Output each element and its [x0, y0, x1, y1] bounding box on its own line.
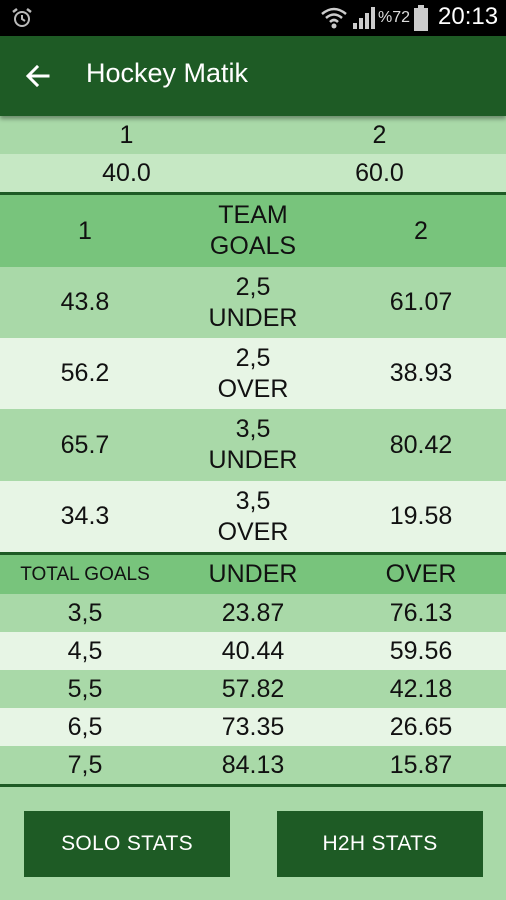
over-value: 42.18	[389, 674, 453, 703]
team2-value: 38.93	[389, 359, 453, 387]
total-goals-title: TOTAL GOALS	[20, 564, 150, 585]
table-row: 4,5 40.44 59.56	[0, 632, 506, 670]
goal-line-value: 6,5	[67, 712, 103, 741]
alarm-icon	[12, 8, 32, 27]
goal-line-value: 5,5	[67, 674, 103, 703]
signal-icon	[353, 7, 375, 29]
under-header: UNDER	[208, 560, 298, 588]
under-value: 84.13	[221, 750, 285, 779]
table-row: 5,5 57.82 42.18	[0, 670, 506, 708]
team-goals-title: TEAM GOALS	[170, 200, 336, 262]
goal-line-type: UNDER	[208, 303, 298, 332]
table-row: 34.3 3,5 OVER 19.58	[0, 481, 506, 552]
goal-line-type: UNDER	[208, 446, 298, 474]
team1-value: 43.8	[60, 288, 110, 316]
table-row: 7,5 84.13 15.87	[0, 746, 506, 784]
goal-line-value: 2,5	[235, 343, 271, 372]
clock-time: 20:13	[438, 3, 499, 30]
over-value: 15.87	[389, 750, 453, 779]
team2-label: 2	[372, 120, 387, 149]
goal-line: 2,5 UNDER	[170, 272, 336, 334]
goal-line: 3,5 OVER	[170, 486, 336, 548]
table-row: 56.2 2,5 OVER 38.93	[0, 338, 506, 409]
battery-percent: %72	[378, 9, 411, 26]
goal-line-value: 3,5	[235, 415, 271, 443]
goal-line-value: 4,5	[67, 636, 103, 665]
team2-value: 80.42	[389, 430, 453, 459]
status-bar: %72 20:13	[0, 0, 506, 36]
over-value: 26.65	[389, 712, 453, 741]
team-goals-col3: 2	[414, 216, 428, 245]
goal-line: 2,5 OVER	[170, 343, 336, 405]
goal-line-value: 2,5	[235, 272, 271, 301]
team2-value: 19.58	[389, 502, 453, 530]
under-value: 40.44	[221, 636, 285, 665]
under-value: 57.82	[221, 674, 285, 703]
goal-line-type: OVER	[217, 374, 289, 403]
goal-line-value: 3,5	[235, 486, 271, 515]
team1-value: 34.3	[60, 502, 110, 530]
team1-label: 1	[119, 120, 134, 149]
team2-value: 61.07	[389, 288, 453, 316]
over-value: 76.13	[389, 598, 453, 627]
team1-odds: 40.0	[102, 158, 151, 187]
arrow-left-icon[interactable]	[22, 60, 54, 92]
page-title: Hockey Matik	[86, 58, 249, 88]
table-row: 43.8 2,5 UNDER 61.07	[0, 267, 506, 338]
team-goals-col1: 1	[78, 216, 92, 245]
goal-line-value: 7,5	[67, 750, 103, 779]
over-header: OVER	[385, 560, 457, 588]
under-value: 23.87	[221, 598, 285, 627]
over-value: 59.56	[389, 636, 453, 665]
button-bar: SOLO STATS H2H STATS	[0, 787, 506, 900]
goal-line: 3,5 UNDER	[170, 414, 336, 476]
under-value: 73.35	[221, 712, 285, 741]
team2-odds: 60.0	[355, 158, 404, 187]
table-row: 6,5 73.35 26.65	[0, 708, 506, 746]
table-row: 3,5 23.87 76.13	[0, 594, 506, 632]
team-goals-header: 1 TEAM GOALS 2	[0, 195, 506, 267]
team-odds-row: 40.0 60.0	[0, 154, 506, 192]
solo-stats-button[interactable]: SOLO STATS	[24, 811, 230, 877]
h2h-stats-button[interactable]: H2H STATS	[277, 811, 483, 877]
team-header-row: 1 2	[0, 116, 506, 154]
goal-line-type: OVER	[217, 517, 289, 546]
team1-value: 56.2	[60, 359, 110, 387]
app-bar: Hockey Matik	[0, 36, 506, 116]
battery-icon	[414, 5, 428, 31]
team-goals-title-line2: GOALS	[209, 232, 297, 260]
team1-value: 65.7	[60, 430, 110, 459]
goal-line-value: 3,5	[67, 598, 103, 627]
wifi-icon	[321, 7, 347, 29]
team-goals-title-line1: TEAM	[218, 201, 288, 229]
table-row: 65.7 3,5 UNDER 80.42	[0, 409, 506, 481]
total-goals-header: TOTAL GOALS UNDER OVER	[0, 555, 506, 594]
